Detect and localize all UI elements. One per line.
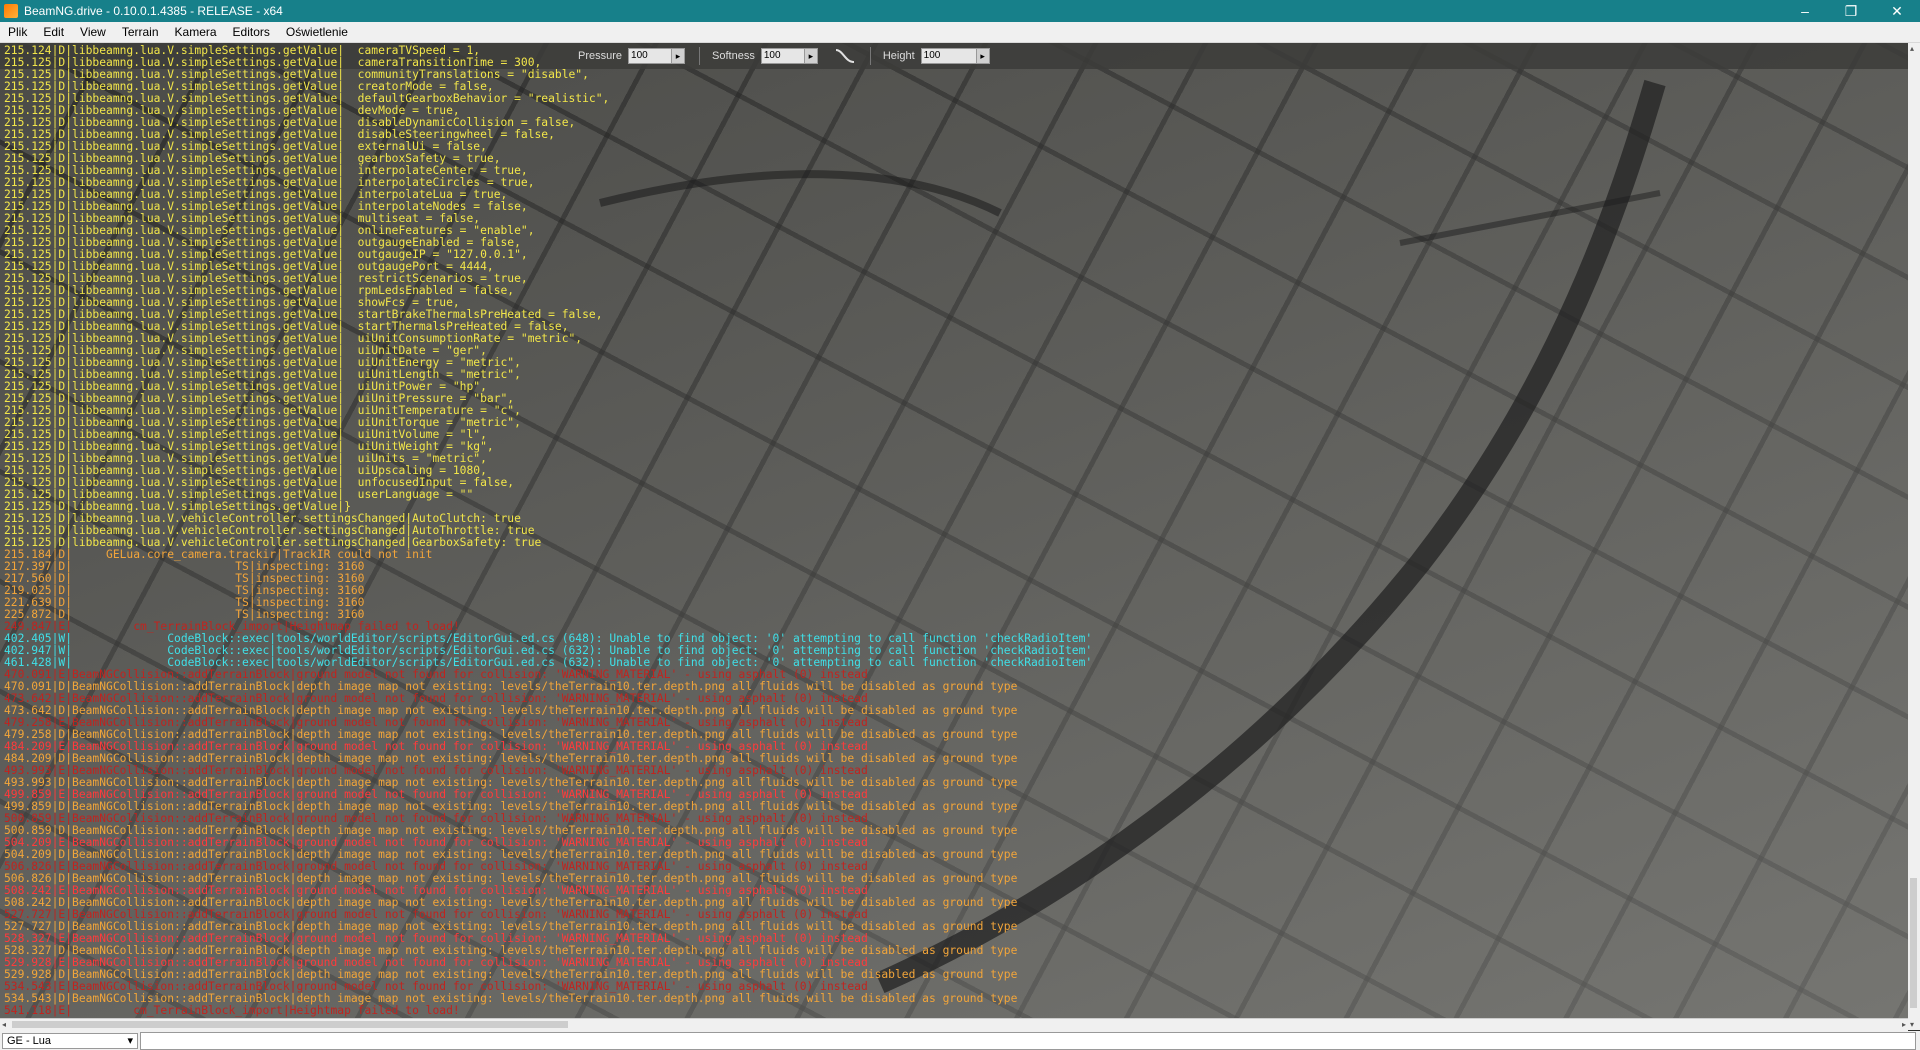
console-command-input[interactable] bbox=[140, 1031, 1916, 1050]
console-log[interactable]: 215.124|D|libbeamng.lua.V.simpleSettings… bbox=[0, 43, 1908, 1018]
scroll-right-icon[interactable]: ▸ bbox=[1902, 1020, 1906, 1029]
horizontal-scroll-thumb[interactable] bbox=[12, 1021, 568, 1028]
scroll-left-icon[interactable]: ◂ bbox=[2, 1020, 6, 1029]
title-bar: BeamNG.drive - 0.10.0.1.4385 - RELEASE -… bbox=[0, 0, 1920, 22]
menu-edit[interactable]: Edit bbox=[35, 25, 72, 39]
menu-oswietlenie[interactable]: Oświetlenie bbox=[278, 25, 356, 39]
window-title: BeamNG.drive - 0.10.0.1.4385 - RELEASE -… bbox=[24, 4, 283, 18]
menu-terrain[interactable]: Terrain bbox=[114, 25, 167, 39]
menu-plik[interactable]: Plik bbox=[0, 25, 35, 39]
scroll-down-icon[interactable]: ▾ bbox=[1910, 1020, 1914, 1029]
console-input-bar: GE - Lua ▾ bbox=[0, 1031, 1920, 1050]
menu-bar: Plik Edit View Terrain Kamera Editors Oś… bbox=[0, 22, 1920, 43]
maximize-button[interactable]: ❐ bbox=[1828, 0, 1874, 22]
vertical-scroll-thumb[interactable] bbox=[1910, 878, 1917, 1008]
minimize-button[interactable]: – bbox=[1782, 0, 1828, 22]
console-context-select[interactable]: GE - Lua ▾ bbox=[2, 1032, 138, 1049]
menu-editors[interactable]: Editors bbox=[225, 25, 278, 39]
chevron-down-icon: ▾ bbox=[127, 1035, 133, 1047]
horizontal-scrollbar[interactable]: ◂ ▸ bbox=[0, 1018, 1908, 1031]
app-logo-icon bbox=[4, 4, 18, 18]
console-context-value: GE - Lua bbox=[7, 1034, 52, 1047]
menu-view[interactable]: View bbox=[72, 25, 114, 39]
console-line: 541.118|E| cm_TerrainBlock_import|Height… bbox=[4, 1004, 460, 1017]
menu-kamera[interactable]: Kamera bbox=[167, 25, 225, 39]
vertical-scrollbar[interactable]: ▴ ▾ bbox=[1908, 43, 1920, 1030]
close-button[interactable]: ✕ bbox=[1874, 0, 1920, 22]
scroll-up-icon[interactable]: ▴ bbox=[1910, 44, 1914, 53]
